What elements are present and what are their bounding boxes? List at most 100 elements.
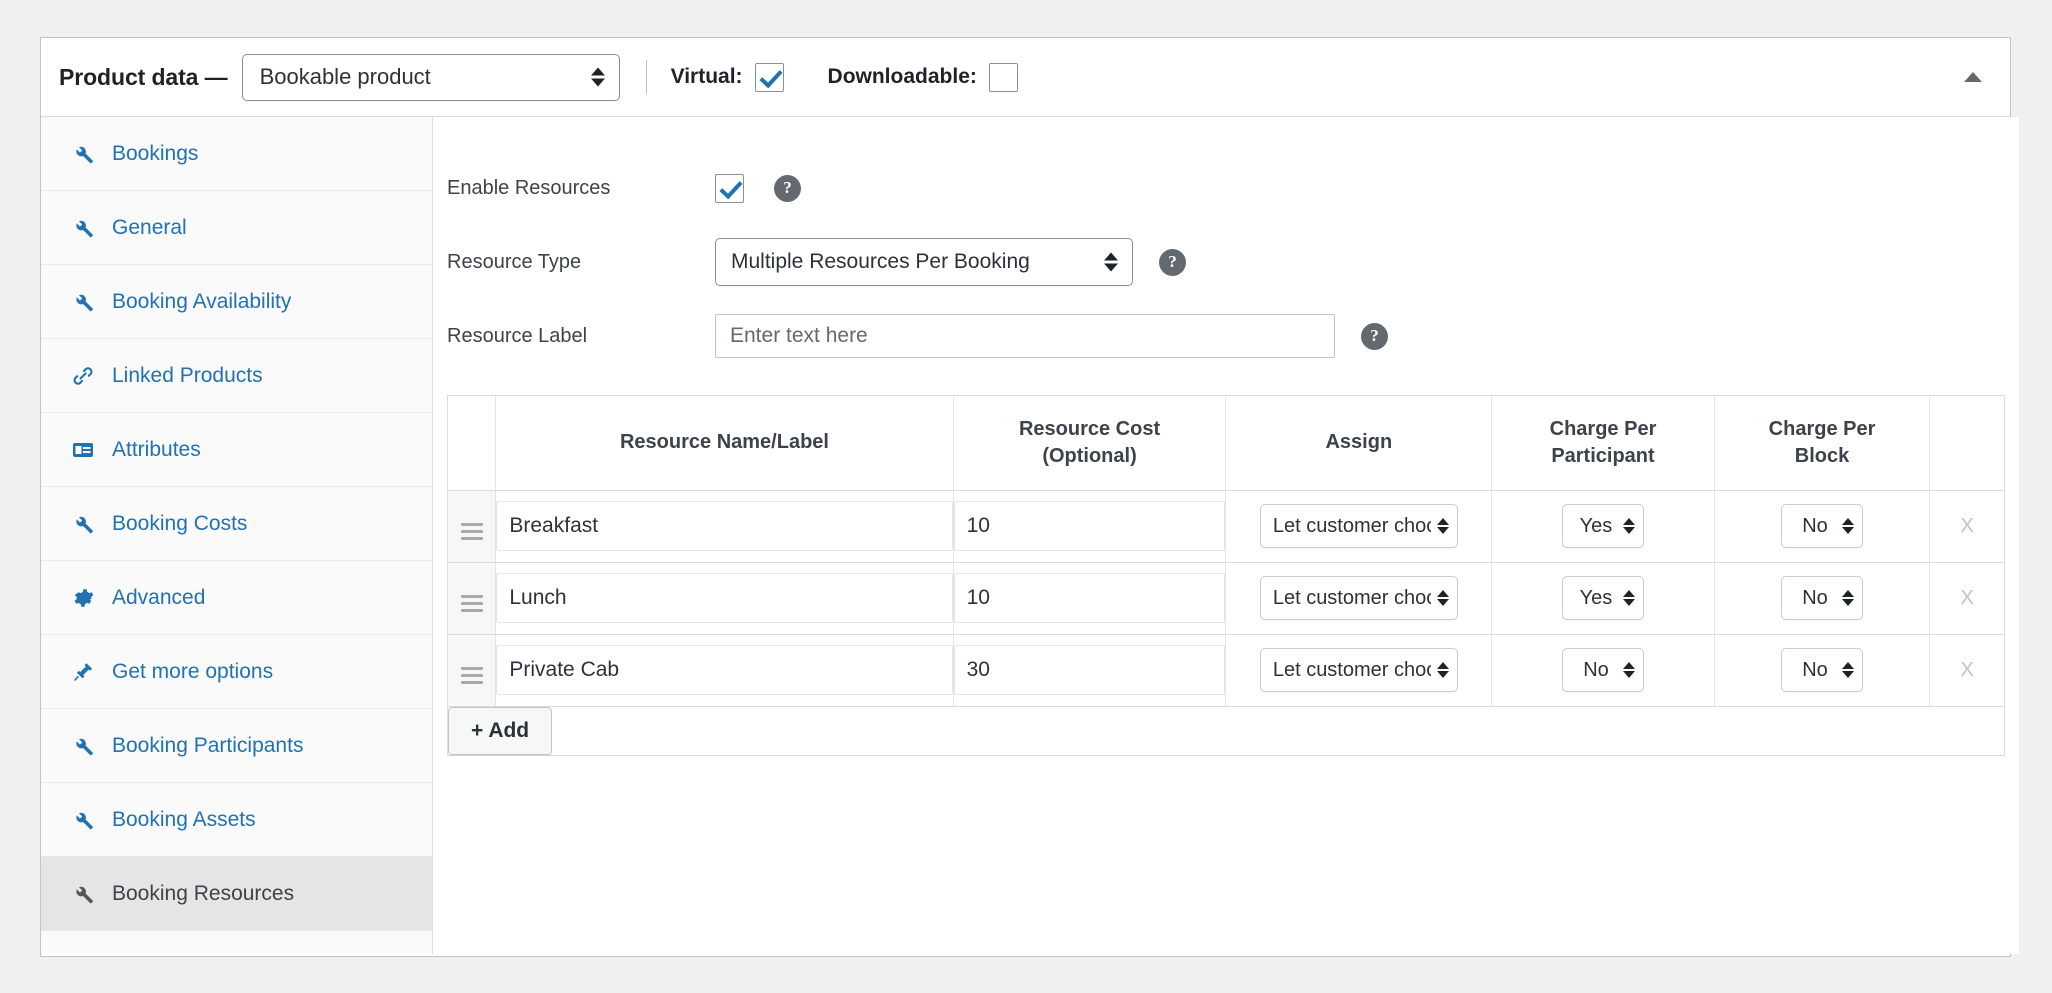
sidebar-item-linked-products[interactable]: Linked Products	[41, 339, 432, 413]
resource-label-row: Resource Label ?	[433, 299, 2019, 373]
resource-name-input[interactable]	[496, 645, 953, 695]
drag-handle-icon[interactable]	[460, 522, 483, 540]
cell-delete: X	[1929, 490, 2004, 563]
cell-assign: Let customer choose	[1225, 490, 1493, 563]
wrench-icon	[68, 731, 98, 761]
th-block-line1: Charge Per	[1768, 417, 1876, 440]
chevron-updown-icon	[1436, 590, 1449, 606]
booking-resources-panel: Enable Resources ? Resource Type Multipl…	[433, 117, 2019, 954]
th-block-line2: Block	[1794, 444, 1850, 467]
downloadable-checkbox[interactable]	[988, 62, 1018, 92]
wrench-icon	[68, 879, 98, 909]
sidebar-item-label: Booking Availability	[112, 289, 292, 313]
resource-name-input[interactable]	[496, 501, 953, 551]
resource-name-input[interactable]	[496, 573, 953, 623]
cell-charge-per-participant: Yes	[1491, 562, 1715, 635]
gear-icon	[68, 583, 98, 613]
drag-handle-cell[interactable]	[448, 562, 497, 635]
wrench-icon	[68, 805, 98, 835]
add-resource-button[interactable]: + Add	[448, 706, 553, 755]
cell-charge-per-block: No	[1714, 562, 1931, 635]
resource-type-select[interactable]: Multiple Resources Per Booking	[715, 238, 1133, 286]
wrench-icon	[68, 139, 98, 169]
virtual-checkbox[interactable]	[754, 62, 784, 92]
charge-per-participant-select[interactable]: Yes	[1562, 576, 1644, 620]
sidebar-item-booking-assets[interactable]: Booking Assets	[41, 783, 432, 857]
th-assign: Assign	[1225, 396, 1493, 491]
assign-select[interactable]: Let customer choose	[1259, 576, 1458, 620]
resource-label-input[interactable]	[715, 314, 1335, 358]
charge-per-participant-select[interactable]: No	[1562, 648, 1644, 692]
table-footer-row: + Add	[448, 706, 2004, 756]
cell-resource-name	[495, 490, 954, 563]
table-header-row: Resource Name/Label Resource Cost (Optio…	[448, 396, 2004, 491]
page-root: Product data — Bookable product Virtual:…	[0, 0, 2052, 993]
table-head: Resource Name/Label Resource Cost (Optio…	[448, 396, 2004, 491]
chevron-updown-icon	[1104, 252, 1118, 272]
th-resource-cost: Resource Cost (Optional)	[953, 396, 1227, 491]
resource-type-row: Resource Type Multiple Resources Per Boo…	[433, 225, 2019, 299]
wrench-icon	[68, 213, 98, 243]
resource-cost-input[interactable]	[953, 501, 1226, 551]
chevron-updown-icon	[590, 67, 605, 87]
resource-cost-input[interactable]	[953, 645, 1226, 695]
drag-handle-cell[interactable]	[448, 490, 497, 563]
add-row-cell: + Add	[448, 706, 2004, 756]
th-cost-line1: Resource Cost	[1018, 417, 1161, 440]
cell-assign: Let customer choose	[1225, 562, 1493, 635]
downloadable-checkbox-group: Downloadable:	[828, 62, 1018, 92]
remove-row-button[interactable]: X	[1930, 515, 2004, 538]
charge-per-participant-select[interactable]: Yes	[1562, 504, 1644, 548]
sidebar-item-label: Attributes	[112, 437, 201, 461]
sidebar-item-label: Bookings	[112, 141, 199, 165]
th-handle	[448, 396, 497, 491]
chevron-updown-icon	[1842, 662, 1855, 678]
th-cost-line2: (Optional)	[1042, 444, 1137, 467]
charge-per-block-select[interactable]: No	[1781, 648, 1864, 692]
sidebar-item-booking-availability[interactable]: Booking Availability	[41, 265, 432, 339]
virtual-label: Virtual:	[670, 65, 743, 88]
enable-resources-row: Enable Resources ?	[433, 151, 2019, 225]
panel-body: Bookings General Booking Availability Li…	[41, 116, 2019, 954]
drag-handle-cell[interactable]	[448, 634, 497, 707]
charge-per-block-select[interactable]: No	[1781, 504, 1864, 548]
sidebar-item-attributes[interactable]: Attributes	[41, 413, 432, 487]
page-title: Product data —	[59, 63, 228, 90]
cell-delete: X	[1929, 562, 2004, 635]
sidebar-item-get-more-options[interactable]: Get more options	[41, 635, 432, 709]
drag-handle-icon[interactable]	[460, 666, 483, 684]
th-resource-name: Resource Name/Label	[495, 396, 954, 491]
sidebar-item-label: Linked Products	[112, 363, 263, 387]
charge-per-block-select[interactable]: No	[1781, 576, 1864, 620]
th-participant-line2: Participant	[1551, 444, 1655, 467]
remove-row-button[interactable]: X	[1930, 659, 2004, 682]
sidebar-item-booking-costs[interactable]: Booking Costs	[41, 487, 432, 561]
sidebar-item-booking-participants[interactable]: Booking Participants	[41, 709, 432, 783]
help-icon[interactable]: ?	[774, 174, 801, 202]
enable-resources-checkbox[interactable]	[715, 173, 744, 203]
th-delete	[1929, 396, 2004, 491]
product-data-panel: Product data — Bookable product Virtual:…	[40, 37, 2019, 957]
cell-resource-cost	[953, 634, 1227, 707]
plug-icon	[68, 657, 98, 687]
cell-delete: X	[1929, 634, 2004, 707]
assign-select[interactable]: Let customer choose	[1259, 504, 1458, 548]
sidebar-item-advanced[interactable]: Advanced	[41, 561, 432, 635]
assign-select[interactable]: Let customer choose	[1259, 648, 1458, 692]
table-row: Let customer choose Yes	[448, 490, 2004, 563]
cell-resource-cost	[953, 490, 1227, 563]
sidebar-item-booking-resources[interactable]: Booking Resources	[41, 857, 432, 931]
help-icon[interactable]: ?	[1361, 322, 1388, 350]
th-charge-per-participant: Charge Per Participant	[1491, 396, 1715, 491]
resource-cost-input[interactable]	[953, 573, 1226, 623]
sidebar-item-bookings[interactable]: Bookings	[41, 117, 432, 191]
cell-assign: Let customer choose	[1225, 634, 1493, 707]
cell-charge-per-block: No	[1714, 490, 1931, 563]
th-participant-line1: Charge Per	[1549, 417, 1657, 440]
remove-row-button[interactable]: X	[1930, 587, 2004, 610]
chevron-up-icon[interactable]	[1958, 62, 1988, 92]
drag-handle-icon[interactable]	[460, 594, 483, 612]
sidebar-item-general[interactable]: General	[41, 191, 432, 265]
product-type-select[interactable]: Bookable product	[241, 53, 620, 101]
help-icon[interactable]: ?	[1159, 248, 1186, 276]
